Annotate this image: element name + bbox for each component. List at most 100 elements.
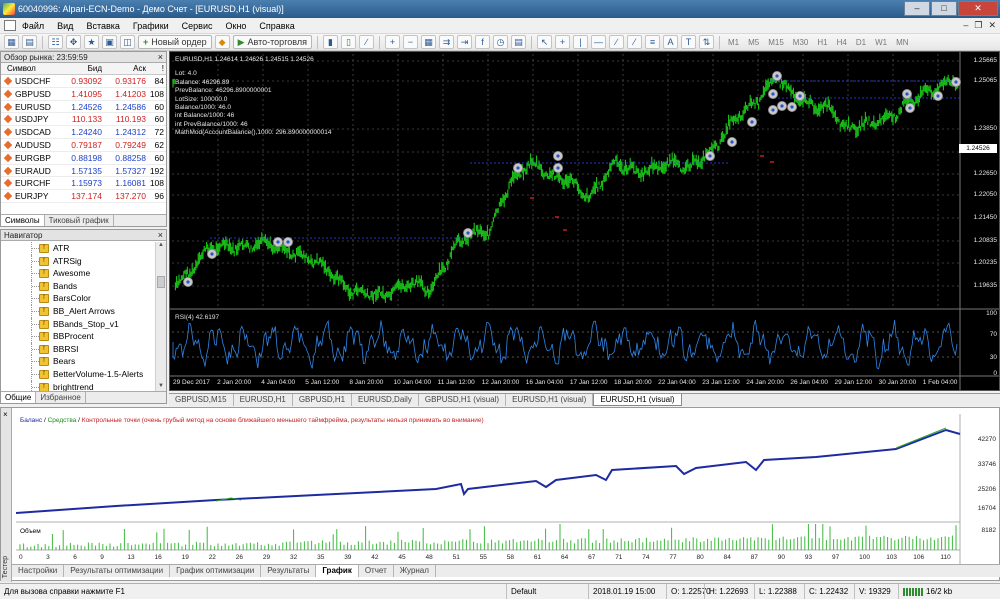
zoom-in-icon[interactable]: + — [384, 35, 400, 49]
metaeditor-icon[interactable]: ◆ — [214, 35, 230, 49]
profiles-icon[interactable]: ▤ — [22, 35, 37, 49]
navigator-item[interactable]: f BetterVolume-1.5-Alerts — [1, 367, 155, 381]
navigator-item[interactable]: f BarsColor — [1, 292, 155, 305]
menu-insert[interactable]: Вставка — [86, 21, 119, 31]
tab-common[interactable]: Общие — [1, 392, 37, 403]
column-ask[interactable]: Аск — [105, 63, 149, 74]
trade-marker[interactable] — [772, 70, 783, 81]
trade-marker[interactable] — [902, 89, 913, 100]
navigator-item[interactable]: f Awesome — [1, 267, 155, 280]
navigator-item[interactable]: f BBRSI — [1, 342, 155, 356]
chart-tab[interactable]: EURUSD,H1 — [234, 394, 293, 406]
tester-tab[interactable]: Результаты — [261, 565, 317, 577]
timeframe-m5[interactable]: M5 — [745, 35, 762, 49]
document-icon[interactable] — [4, 20, 16, 31]
navigator-item[interactable]: f BB_Alert Arrows — [1, 304, 155, 318]
crosshair-icon[interactable]: + — [554, 35, 570, 49]
market-watch-icon[interactable]: ☷ — [48, 35, 63, 49]
fibonacci-icon[interactable]: ≡ — [644, 35, 660, 49]
trade-marker[interactable] — [552, 163, 563, 174]
new-order-button[interactable]: + Новый ордер — [138, 35, 212, 49]
column-symbol[interactable]: Символ — [1, 63, 61, 74]
close-panel-icon[interactable]: × — [158, 230, 163, 241]
mdi-close-icon[interactable]: ✕ — [988, 20, 996, 31]
column-spread[interactable]: ! — [149, 63, 166, 74]
chart-tab[interactable]: GBPUSD,M15 — [169, 394, 234, 406]
price-chart[interactable]: EURUSD,H1 1.24614 1.24626 1.24515 1.2452… — [169, 51, 1000, 391]
navigator-item[interactable]: f ATRSig — [1, 254, 155, 268]
tester-tab[interactable]: Журнал — [394, 565, 436, 577]
navigator-item[interactable]: f ATR — [1, 242, 155, 255]
trade-marker[interactable] — [777, 101, 788, 112]
timeframe-d1[interactable]: D1 — [853, 35, 869, 49]
auto-trading-button[interactable]: ▶ Авто-торговля — [232, 35, 312, 49]
text-icon[interactable]: A — [662, 35, 678, 49]
chart-tab[interactable]: GBPUSD,H1 (visual) — [419, 394, 507, 406]
tab-symbols[interactable]: Символы — [1, 215, 45, 226]
mdi-restore-icon[interactable]: ❐ — [974, 20, 982, 31]
timeframe-m30[interactable]: M30 — [790, 35, 812, 49]
close-icon[interactable]: ✕ — [958, 1, 998, 16]
menu-file[interactable]: Файл — [22, 21, 44, 31]
new-chart-icon[interactable]: ▦ — [4, 35, 19, 49]
navigator-item[interactable]: f BBProcent — [1, 330, 155, 343]
tab-tick-chart[interactable]: Тиковый график — [45, 215, 114, 226]
timeframe-m15[interactable]: M15 — [765, 35, 787, 49]
status-profile[interactable]: Default — [506, 584, 588, 599]
navigator-scrollbar[interactable]: ▲ ▼ — [155, 242, 166, 393]
trade-marker[interactable] — [768, 89, 779, 100]
tester-tab[interactable]: Отчет — [359, 565, 394, 577]
chart-shift-icon[interactable]: ⇥ — [456, 35, 472, 49]
market-watch-row[interactable]: USDCHF 0.93092 0.93176 84 — [1, 75, 166, 88]
chart-tab[interactable]: EURUSD,H1 (visual) — [506, 394, 594, 406]
chart-tab[interactable]: EURUSD,H1 (visual) — [593, 394, 682, 406]
candlestick-icon[interactable]: ▯ — [340, 35, 356, 49]
terminal-icon[interactable]: ▣ — [102, 35, 117, 49]
market-watch-row[interactable]: AUDUSD 0.79187 0.79249 62 — [1, 139, 166, 152]
trade-marker[interactable] — [933, 91, 944, 102]
trade-marker[interactable] — [552, 151, 563, 162]
tab-favorites[interactable]: Избранное — [36, 392, 86, 403]
timeframe-m1[interactable]: M1 — [725, 35, 742, 49]
market-watch-row[interactable]: EURGBP 0.88198 0.88258 60 — [1, 152, 166, 165]
menu-charts[interactable]: Графики — [133, 21, 169, 31]
column-bid[interactable]: Бид — [61, 63, 105, 74]
minimize-icon[interactable]: – — [904, 1, 930, 16]
trade-marker[interactable] — [273, 236, 284, 247]
mdi-minimize-icon[interactable]: – — [963, 20, 968, 31]
timeframe-w1[interactable]: W1 — [872, 35, 890, 49]
trade-marker[interactable] — [905, 103, 916, 114]
market-watch-row[interactable]: EURAUD 1.57135 1.57327 192 — [1, 165, 166, 178]
navigator-item[interactable]: f BBands_Stop_v1 — [1, 317, 155, 331]
maximize-icon[interactable]: □ — [931, 1, 957, 16]
chart-tab[interactable]: GBPUSD,H1 — [293, 394, 353, 406]
trade-marker[interactable] — [705, 151, 716, 162]
tester-tab[interactable]: Настройки — [12, 565, 65, 577]
tester-icon[interactable]: ◫ — [120, 35, 135, 49]
trade-marker[interactable] — [787, 102, 798, 113]
navigator-item[interactable]: f Bands — [1, 279, 155, 293]
periods-icon[interactable]: ◷ — [492, 35, 508, 49]
menu-help[interactable]: Справка — [259, 21, 294, 31]
market-watch-row[interactable]: EURUSD 1.24526 1.24586 60 — [1, 101, 166, 114]
trendline-icon[interactable]: ∕ — [608, 35, 624, 49]
bar-chart-icon[interactable]: ▮ — [322, 35, 338, 49]
vertical-line-icon[interactable]: | — [572, 35, 588, 49]
trade-marker[interactable] — [768, 105, 779, 116]
cursor-icon[interactable]: ↖ — [536, 35, 552, 49]
trade-marker[interactable] — [727, 137, 738, 148]
market-watch-row[interactable]: EURJPY 137.174 137.270 96 — [1, 190, 166, 203]
timeframe-h4[interactable]: H4 — [834, 35, 850, 49]
line-chart-icon[interactable]: ∕ — [358, 35, 374, 49]
templates-icon[interactable]: ▤ — [510, 35, 526, 49]
horizontal-line-icon[interactable]: — — [590, 35, 606, 49]
trade-marker[interactable] — [283, 236, 294, 247]
data-window-icon[interactable]: ✥ — [66, 35, 81, 49]
trade-marker[interactable] — [207, 248, 218, 259]
zoom-out-icon[interactable]: − — [402, 35, 418, 49]
scroll-thumb[interactable] — [157, 276, 165, 288]
channel-icon[interactable]: ⁄ — [626, 35, 642, 49]
timeframe-mn[interactable]: MN — [893, 35, 911, 49]
navigator-icon[interactable]: ★ — [84, 35, 99, 49]
market-watch-row[interactable]: USDJPY 110.133 110.193 60 — [1, 113, 166, 127]
